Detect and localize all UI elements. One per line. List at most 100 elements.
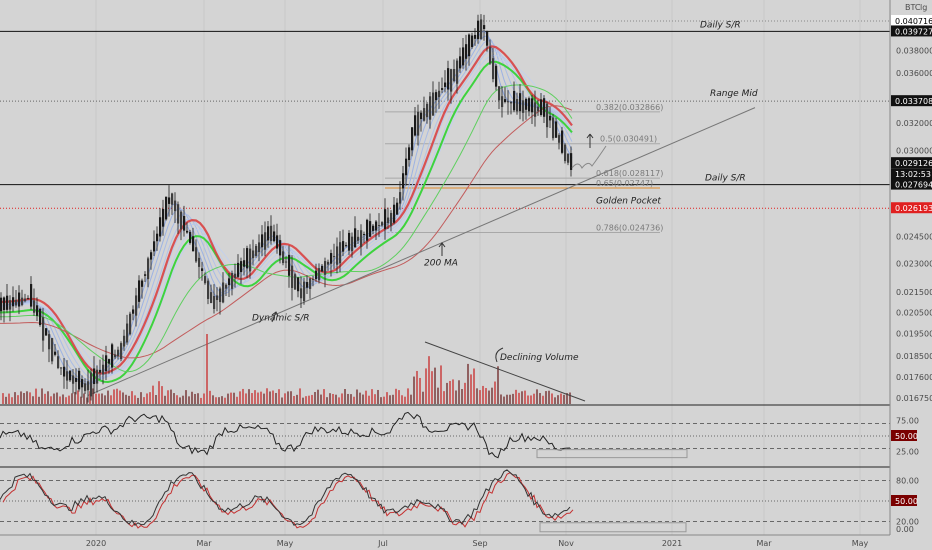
candle-body [252, 250, 255, 259]
volume-bar [452, 379, 454, 404]
candle-body [372, 225, 375, 231]
y-tick-label: 0.019500 [896, 329, 932, 338]
volume-bar [356, 389, 358, 404]
annotation-label: Dynamic S/R [252, 314, 310, 324]
volume-bar [461, 389, 463, 404]
candle-body [102, 364, 105, 375]
candle-body [501, 96, 504, 108]
volume-bar [410, 394, 412, 404]
y-tick-label: 0.030000 [896, 147, 932, 156]
candle-body [156, 233, 159, 242]
volume-bar [107, 390, 109, 404]
candle-body [144, 274, 147, 276]
volume-bar [509, 394, 511, 404]
volume-bar [146, 393, 148, 404]
volume-bar [62, 394, 64, 404]
volume-bar [59, 396, 61, 404]
candle-body [147, 258, 150, 280]
volume-bar [518, 392, 520, 404]
candle-body [561, 130, 564, 153]
rsi-highlight-box [536, 449, 688, 459]
candle-body [462, 47, 465, 66]
volume-bar [269, 391, 271, 404]
candle-body [534, 102, 537, 117]
fib-label: 0.5(0.030491) [600, 135, 657, 144]
candle-body [270, 225, 273, 241]
candle-body [63, 366, 66, 377]
candle-body [159, 217, 162, 237]
candle-body [84, 383, 87, 391]
candle-body [42, 317, 45, 341]
volume-bar [200, 397, 202, 404]
candle-body [411, 127, 414, 151]
candle-body [438, 90, 441, 98]
volume-bar [215, 397, 217, 404]
candle-body [366, 219, 369, 241]
stoch-tick-label: 80.00 [896, 477, 919, 486]
volume-bar [323, 389, 325, 404]
candle-body [54, 351, 57, 355]
volume-bar [392, 394, 394, 404]
candle-body [171, 193, 174, 205]
volume-bar [23, 393, 25, 404]
candle-body [387, 217, 390, 224]
candle-body [354, 228, 357, 248]
candle-body [318, 268, 321, 281]
volume-bar [350, 394, 352, 404]
x-tick-label: Jul [377, 539, 388, 548]
volume-bar [197, 393, 199, 404]
volume-bar [395, 388, 397, 404]
candle-body [516, 99, 519, 112]
candle-body [228, 278, 231, 286]
y-tick-label: 0.016750 [896, 394, 932, 403]
candle-body [444, 82, 447, 87]
volume-bar [536, 389, 538, 404]
volume-bar [488, 390, 490, 404]
candle-body [225, 284, 228, 289]
volume-bar [50, 396, 52, 404]
candle-body [498, 86, 501, 101]
volume-bar [539, 393, 541, 404]
candle-body [9, 300, 12, 310]
volume-bar [290, 391, 292, 404]
volume-bar [266, 388, 268, 404]
volume-bar [521, 391, 523, 404]
volume-bar [38, 396, 40, 404]
log-mode-label[interactable]: lg [920, 3, 927, 12]
candle-body [489, 47, 492, 64]
price-axis[interactable]: BTC lg 0.0380000.0360000.0320000.0300000… [889, 0, 932, 535]
candle-body [303, 281, 306, 301]
candle-body [408, 147, 411, 161]
time-axis[interactable]: 2020 Mar May Jul Sep Nov 2021 Mar May [0, 534, 890, 548]
volume-bar [2, 393, 4, 404]
candle-body [480, 19, 483, 40]
candle-body [15, 299, 18, 306]
x-tick-label: Mar [756, 539, 772, 548]
candle-body [186, 230, 189, 233]
volume-bar [53, 393, 55, 404]
candle-body [48, 334, 51, 350]
candle-body [531, 98, 534, 113]
volume-bar [152, 385, 154, 404]
price-tag-text: 0.040716 [895, 17, 932, 26]
volume-bar [254, 390, 256, 404]
volume-bar [362, 394, 364, 404]
volume-bar [479, 390, 481, 404]
volume-bar [188, 396, 190, 404]
volume-bar [434, 367, 436, 404]
volume-bar [218, 397, 220, 404]
candle-body [513, 90, 516, 111]
volume-bar [209, 390, 211, 404]
annotation-label: Daily S/R [700, 20, 741, 30]
volume-bar [293, 395, 295, 404]
candle-body [207, 280, 210, 299]
volume-bar [5, 396, 7, 404]
candle-body [474, 34, 477, 39]
candle-body [183, 215, 186, 231]
volume-bar [389, 395, 391, 404]
volume-bar [29, 392, 31, 404]
volume-bar [287, 391, 289, 404]
candle-body [237, 262, 240, 277]
stoch-value-text: 50.00 [895, 497, 918, 506]
candle-body [315, 270, 318, 280]
